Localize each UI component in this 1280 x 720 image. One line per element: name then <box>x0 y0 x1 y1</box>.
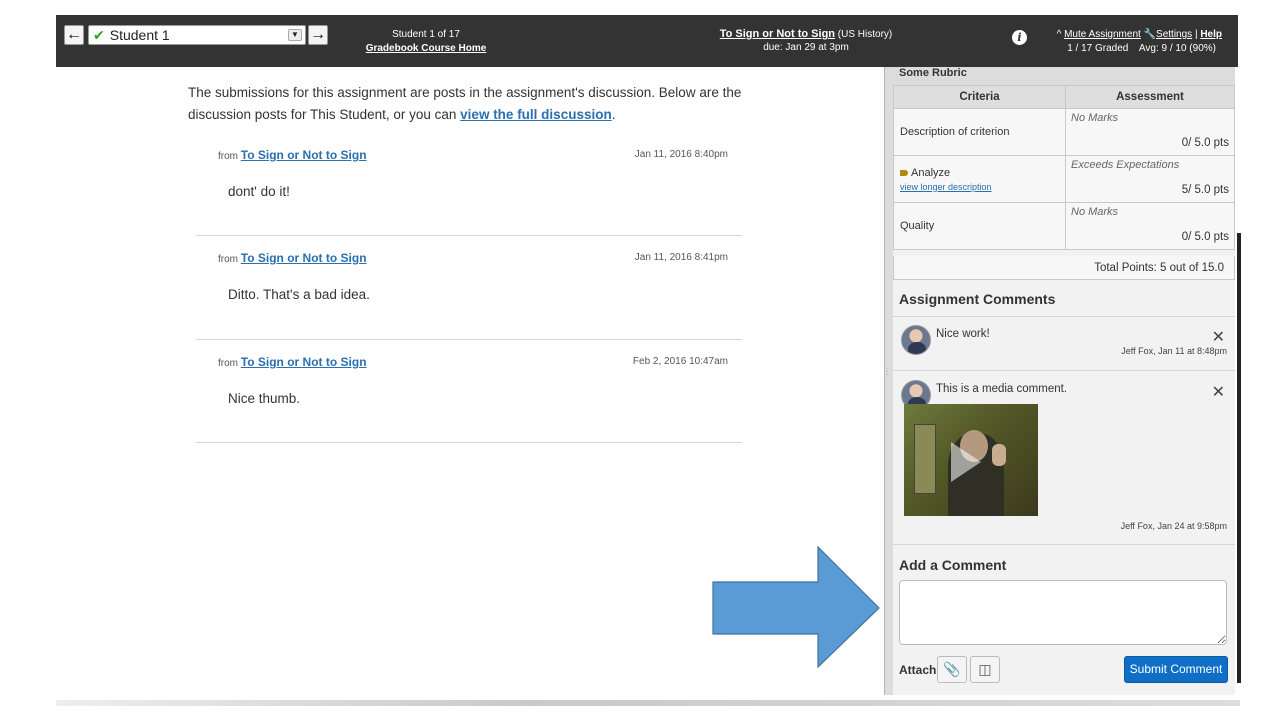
assessment-cell[interactable]: Exceeds Expectations 5/ 5.0 pts <box>1065 155 1235 203</box>
post-date: Jan 11, 2016 8:40pm <box>634 149 728 160</box>
comment-text: This is a media comment. <box>936 383 1068 395</box>
play-icon[interactable] <box>951 442 981 482</box>
add-comment-title: Add a Comment <box>899 557 1007 573</box>
rating: No Marks <box>1071 112 1119 124</box>
submission-intro: The submissions for this assignment are … <box>188 85 742 122</box>
assignment-comments-title: Assignment Comments <box>899 291 1056 307</box>
graded-check-icon: ✔ <box>93 27 105 43</box>
criterion: Description of criterion <box>893 108 1066 156</box>
post-date: Jan 11, 2016 8:41pm <box>634 252 728 263</box>
due-date: due: Jan 29 at 3pm <box>763 42 849 53</box>
annotation-arrow <box>712 546 880 669</box>
student-counter: Student 1 of 17 <box>392 29 460 40</box>
rubric-row: Quality No Marks 0/ 5.0 pts <box>893 202 1235 250</box>
post-topic-link[interactable]: To Sign or Not to Sign <box>241 355 367 369</box>
media-comment-video[interactable] <box>904 404 1038 516</box>
assignment-title-link[interactable]: To Sign or Not to Sign <box>720 28 835 40</box>
comment-meta: Jeff Fox, Jan 24 at 9:58pm <box>1120 521 1227 531</box>
assignment-info: To Sign or Not to Sign (US History) due:… <box>646 28 966 54</box>
divider <box>893 544 1235 545</box>
paperclip-icon: 📎 <box>943 661 961 677</box>
help-link[interactable]: Help <box>1200 29 1222 40</box>
drag-grip-icon[interactable]: ⋮ <box>883 368 891 390</box>
view-longer-description-link[interactable]: view longer description <box>900 182 1059 192</box>
settings-link[interactable]: Settings <box>1156 29 1192 40</box>
comment-textarea[interactable] <box>899 580 1227 645</box>
rubric-header-assessment: Assessment <box>1065 85 1235 109</box>
post-body: Ditto. That's a bad idea. <box>228 287 370 302</box>
delete-comment-icon[interactable]: ✕ <box>1212 382 1225 402</box>
attach-label: Attach <box>899 663 937 677</box>
discussion-post: from To Sign or Not to Sign Jan 11, 2016… <box>196 148 742 236</box>
graded-count: 1 / 17 Graded <box>1067 43 1129 54</box>
post-topic-link[interactable]: To Sign or Not to Sign <box>241 251 367 265</box>
chevron-down-icon: ▼ <box>288 29 302 41</box>
media-record-icon: ◫ <box>978 661 992 677</box>
criterion: Quality <box>893 202 1066 250</box>
course-name: (US History) <box>837 29 893 40</box>
grading-panel: Some Rubric Criteria Assessment Descript… <box>893 67 1235 695</box>
assessment-cell[interactable]: No Marks 0/ 5.0 pts <box>1065 108 1235 156</box>
view-full-discussion-link[interactable]: view the full discussion <box>460 107 612 122</box>
criterion: Analyze view longer description <box>893 155 1066 203</box>
comment-item: Nice work! ✕ Jeff Fox, Jan 11 at 8:48pm <box>893 325 1235 369</box>
delete-comment-icon[interactable]: ✕ <box>1212 327 1225 347</box>
average-score: Avg: 9 / 10 (90%) <box>1138 43 1216 54</box>
header-actions: ^ Mute Assignment 🔧Settings | Help 1 / 1… <box>1056 29 1222 54</box>
post-date: Feb 2, 2016 10:47am <box>632 356 728 367</box>
rubric-total: Total Points: 5 out of 15.0 <box>893 256 1235 280</box>
points: 0/ 5.0 pts <box>1181 231 1229 243</box>
rubric-row: Description of criterion No Marks 0/ 5.0… <box>893 108 1235 156</box>
student-select[interactable]: ✔ Student 1 ▼ <box>88 25 306 45</box>
submit-comment-button[interactable]: Submit Comment <box>1124 656 1228 683</box>
mute-assignment-link[interactable]: Mute Assignment <box>1064 29 1141 40</box>
wrench-icon: 🔧 <box>1143 29 1157 40</box>
divider <box>893 316 1235 317</box>
gradebook-link[interactable]: Gradebook Course Home <box>336 42 516 56</box>
rubric-table: Criteria Assessment Description of crite… <box>893 85 1235 250</box>
post-body: Nice thumb. <box>228 391 301 406</box>
discussion-post: from To Sign or Not to Sign Jan 11, 2016… <box>196 251 742 340</box>
points: 5/ 5.0 pts <box>1181 184 1229 196</box>
comment-text: Nice work! <box>936 328 990 340</box>
next-student-button[interactable]: → <box>308 25 328 45</box>
rubric-title: Some Rubric <box>893 67 1235 85</box>
caret-up-icon: ^ <box>1056 29 1062 40</box>
prev-student-button[interactable]: ← <box>64 25 84 45</box>
panel-scrollbar[interactable] <box>1237 233 1241 683</box>
points: 0/ 5.0 pts <box>1181 137 1229 149</box>
media-comment-button[interactable]: ◫ <box>970 656 1000 683</box>
rating: Exceeds Expectations <box>1071 159 1180 171</box>
attach-file-button[interactable]: 📎 <box>937 656 967 683</box>
assessment-cell[interactable]: No Marks 0/ 5.0 pts <box>1065 202 1235 250</box>
comment-meta: Jeff Fox, Jan 11 at 8:48pm <box>1121 346 1227 356</box>
rating: No Marks <box>1071 206 1119 218</box>
rubric-row: Analyze view longer description Exceeds … <box>893 155 1235 203</box>
avatar <box>901 325 931 355</box>
post-body: dont' do it! <box>228 184 290 199</box>
divider <box>893 370 1235 371</box>
rubric-header-criteria: Criteria <box>893 85 1066 109</box>
post-topic-link[interactable]: To Sign or Not to Sign <box>241 148 367 162</box>
student-counter-block: Student 1 of 17 Gradebook Course Home <box>336 28 516 56</box>
discussion-post: from To Sign or Not to Sign Feb 2, 2016 … <box>196 355 742 443</box>
outcome-icon <box>900 169 908 176</box>
window-bottom-edge <box>56 700 1240 706</box>
speedgrader-header: ← ✔ Student 1 ▼ → Student 1 of 17 Gradebo… <box>56 15 1238 67</box>
